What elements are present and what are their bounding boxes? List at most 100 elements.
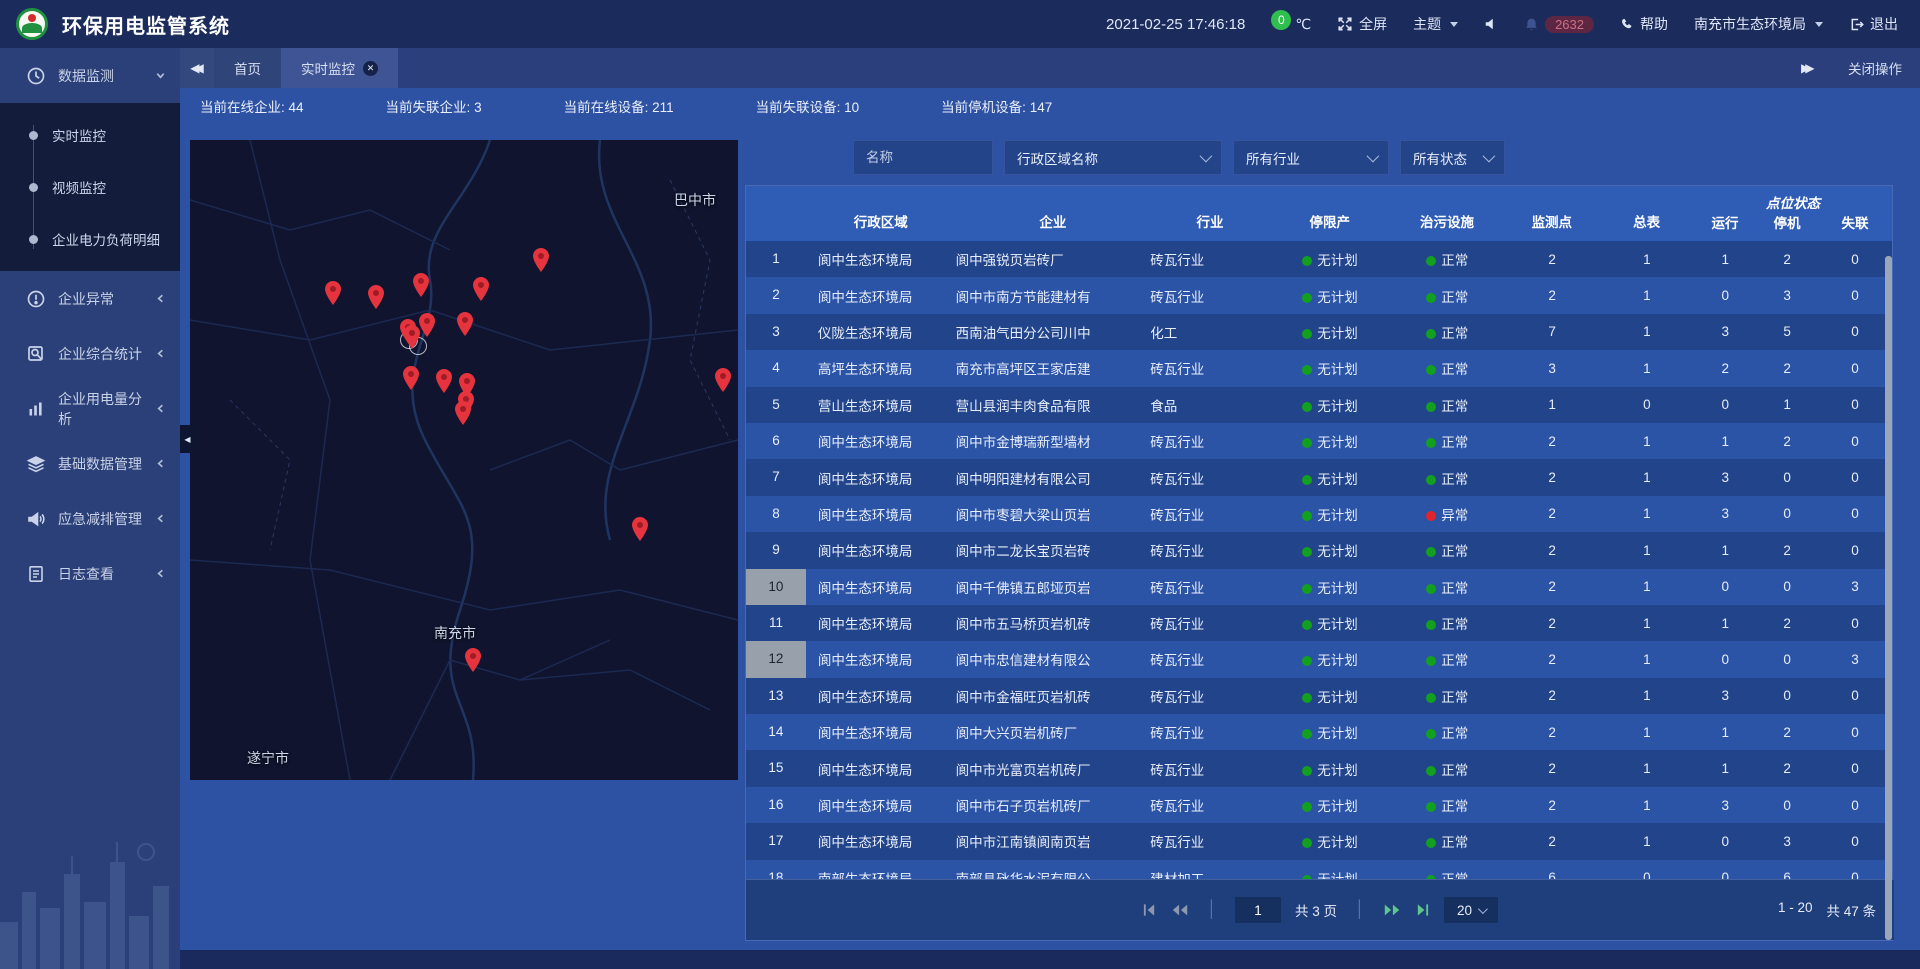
page-size-select[interactable]: 20 <box>1444 897 1498 923</box>
sidebar-subitem-0[interactable]: 实时监控 <box>0 109 180 161</box>
map-pin-icon[interactable] <box>323 280 343 306</box>
table-row[interactable]: 17阆中生态环境局阆中市江南镇阆南页岩砖瓦行业无计划正常21030 <box>746 823 1892 859</box>
map-pin-icon[interactable] <box>401 365 421 391</box>
limit-status-cell: 无计划 <box>1270 613 1390 633</box>
status-dot-green <box>1426 547 1436 557</box>
meter-count-cell: 1 <box>1599 252 1694 267</box>
sidebar-item-2[interactable]: 企业综合统计 <box>0 326 180 381</box>
status-dot-green <box>1302 729 1312 739</box>
sidebar-item-4[interactable]: 基础数据管理 <box>0 436 180 491</box>
map-pin-icon[interactable] <box>471 276 491 302</box>
tabs-scroll-right-button[interactable]: ◀◀ <box>1801 61 1814 75</box>
offline-count-cell: 0 <box>1818 434 1892 449</box>
map-pin-icon[interactable] <box>453 400 473 426</box>
map-panel[interactable]: 巴中市南充市遂宁市 <box>190 140 738 780</box>
table-row[interactable]: 1阆中生态环境局阆中强锐页岩砖厂砖瓦行业无计划正常21120 <box>746 241 1892 277</box>
map-pin-icon[interactable] <box>713 367 733 393</box>
mute-button[interactable] <box>1484 17 1498 31</box>
table-row[interactable]: 12阆中生态环境局阆中市忠信建材有限公砖瓦行业无计划正常21003 <box>746 641 1892 677</box>
table-row[interactable]: 5营山生态环境局营山县润丰肉食品有限食品无计划正常10010 <box>746 387 1892 423</box>
sidebar-item-3[interactable]: 企业用电量分析 <box>0 381 180 436</box>
map-pin-icon[interactable] <box>630 516 650 542</box>
table-row[interactable]: 6阆中生态环境局阆中市金博瑞新型墙材砖瓦行业无计划正常21120 <box>746 423 1892 459</box>
name-search-input[interactable] <box>853 140 993 175</box>
theme-menu[interactable]: 主题 <box>1413 14 1458 34</box>
column-header: 行业 <box>1150 186 1270 241</box>
map-pin-icon[interactable] <box>463 647 483 673</box>
column-header: 停机 <box>1756 212 1818 232</box>
megaphone-icon <box>26 509 46 529</box>
table-row[interactable]: 4高坪生态环境局南充市高坪区王家店建砖瓦行业无计划正常31220 <box>746 350 1892 386</box>
map-pin-icon[interactable] <box>411 272 431 298</box>
table-row[interactable]: 13阆中生态环境局阆中市金福旺页岩机砖砖瓦行业无计划正常21300 <box>746 678 1892 714</box>
map-pin-icon[interactable] <box>531 247 551 273</box>
running-count-cell: 3 <box>1694 798 1756 813</box>
panel-collapse-button[interactable]: ◀ <box>180 425 195 453</box>
tab-realtime-monitor[interactable]: 实时监控 ✕ <box>281 48 398 88</box>
sidebar-item-6[interactable]: 日志查看 <box>0 546 180 601</box>
map-pin-icon[interactable] <box>366 284 386 310</box>
sidebar-item-5[interactable]: 应急减排管理 <box>0 491 180 546</box>
running-count-cell: 1 <box>1694 543 1756 558</box>
first-page-button[interactable] <box>1142 903 1157 917</box>
fullscreen-button[interactable]: 全屏 <box>1337 14 1387 34</box>
org-menu[interactable]: 南充市生态环境局 <box>1694 14 1823 34</box>
limit-status-cell: 无计划 <box>1270 649 1390 669</box>
table-row[interactable]: 18南部生态环境局南部县砯华水泥有限公建材加工无计划正常60060 <box>746 860 1892 881</box>
region-select[interactable]: 行政区域名称 <box>1004 140 1222 175</box>
tab-home[interactable]: 首页 <box>214 48 281 88</box>
sidebar-submenu: 实时监控视频监控企业电力负荷明细 <box>0 103 180 271</box>
offline-count-cell: 0 <box>1818 761 1892 776</box>
chevron-down-icon <box>1478 904 1488 914</box>
offline-count-cell: 0 <box>1818 688 1892 703</box>
industry-cell: 砖瓦行业 <box>1150 686 1270 706</box>
table-row[interactable]: 10阆中生态环境局阆中千佛镇五郎垭页岩砖瓦行业无计划正常21003 <box>746 569 1892 605</box>
last-page-button[interactable] <box>1415 903 1430 917</box>
table-row[interactable]: 16阆中生态环境局阆中市石子页岩机砖厂砖瓦行业无计划正常21300 <box>746 787 1892 823</box>
industry-select[interactable]: 所有行业 <box>1233 140 1389 175</box>
meter-count-cell: 1 <box>1599 725 1694 740</box>
map-city-label: 南充市 <box>434 623 476 643</box>
offline-count-cell: 0 <box>1818 324 1892 339</box>
close-operations-button[interactable]: 关闭操作 <box>1848 58 1902 78</box>
next-page-button[interactable] <box>1383 903 1401 917</box>
prev-page-button[interactable] <box>1171 903 1189 917</box>
filter-bar: 行政区域名称 所有行业 所有状态 <box>853 140 1893 175</box>
gauge-icon <box>26 66 46 86</box>
log-icon <box>26 564 46 584</box>
table-row[interactable]: 3仪陇生态环境局西南油气田分公司川中化工无计划正常71350 <box>746 314 1892 350</box>
map-pin-icon[interactable] <box>455 311 475 337</box>
sidebar-subitem-2[interactable]: 企业电力负荷明细 <box>0 213 180 265</box>
logout-button[interactable]: 退出 <box>1849 14 1898 34</box>
running-count-cell: 1 <box>1694 761 1756 776</box>
table-row[interactable]: 15阆中生态环境局阆中市光富页岩机砖厂砖瓦行业无计划正常21120 <box>746 750 1892 786</box>
map-pin-icon[interactable] <box>402 324 422 350</box>
page-number-input[interactable] <box>1235 897 1281 923</box>
facility-status-cell: 正常 <box>1390 722 1505 742</box>
table-row[interactable]: 14阆中生态环境局阆中大兴页岩机砖厂砖瓦行业无计划正常21120 <box>746 714 1892 750</box>
sidebar-item-0[interactable]: 数据监测 <box>0 48 180 103</box>
tabs-scroll-left-button[interactable]: ◀◀ <box>180 48 214 88</box>
map-pin-icon[interactable] <box>434 368 454 394</box>
row-index-cell: 18 <box>746 860 806 881</box>
table-row[interactable]: 7阆中生态环境局阆中明阳建材有限公司砖瓦行业无计划正常21300 <box>746 459 1892 495</box>
table-row[interactable]: 2阆中生态环境局阆中市南方节能建材有砖瓦行业无计划正常21030 <box>746 277 1892 313</box>
help-button[interactable]: 帮助 <box>1620 14 1668 34</box>
table-scrollbar[interactable] <box>1885 256 1892 940</box>
sidebar-subitem-1[interactable]: 视频监控 <box>0 161 180 213</box>
offline-count-cell: 0 <box>1818 725 1892 740</box>
tab-close-icon[interactable]: ✕ <box>363 61 378 76</box>
table-row[interactable]: 8阆中生态环境局阆中市枣碧大梁山页岩砖瓦行业无计划异常21300 <box>746 496 1892 532</box>
bell-icon <box>1524 17 1539 32</box>
last-page-icon <box>1415 903 1430 917</box>
status-select[interactable]: 所有状态 <box>1400 140 1505 175</box>
facility-status-cell: 正常 <box>1390 540 1505 560</box>
sidebar-item-1[interactable]: 企业异常 <box>0 271 180 326</box>
table-row[interactable]: 11阆中生态环境局阆中市五马桥页岩机砖砖瓦行业无计划正常21120 <box>746 605 1892 641</box>
status-dot-green <box>1426 402 1436 412</box>
notifications[interactable]: 2632 <box>1524 16 1594 33</box>
table-row[interactable]: 9阆中生态环境局阆中市二龙长宝页岩砖砖瓦行业无计划正常21120 <box>746 532 1892 568</box>
industry-cell: 砖瓦行业 <box>1150 649 1270 669</box>
row-index-cell: 6 <box>746 423 806 459</box>
main-content: 当前在线企业: 44当前失联企业: 3当前在线设备: 211当前失联设备: 10… <box>180 88 1920 950</box>
